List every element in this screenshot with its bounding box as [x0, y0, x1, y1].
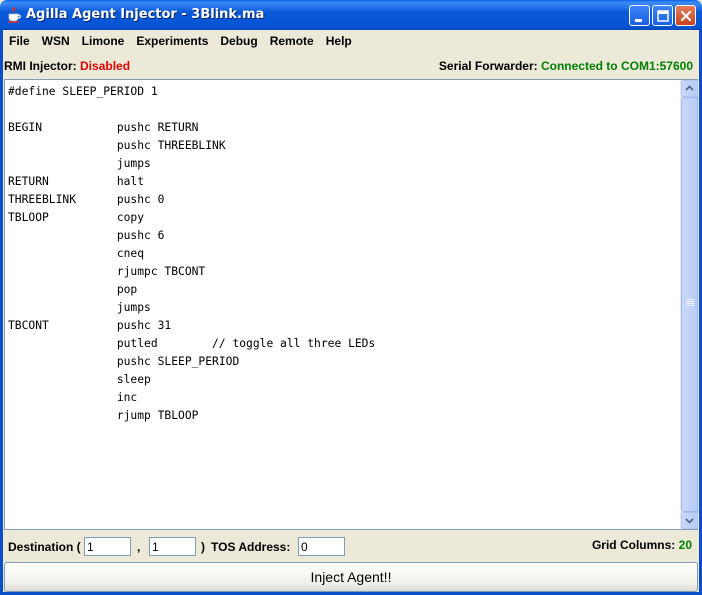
inject-agent-button[interactable]: Inject Agent!! — [4, 562, 698, 592]
rmi-injector-status: RMI Injector: Disabled — [4, 59, 130, 73]
comma-separator: , — [137, 540, 141, 554]
grid-columns-status: Grid Columns: 20 — [592, 538, 692, 552]
tos-address-input[interactable] — [298, 537, 345, 556]
menu-debug[interactable]: Debug — [214, 31, 263, 51]
minimize-icon — [635, 19, 642, 22]
serial-forwarder-label: Serial Forwarder: — [438, 59, 538, 73]
minimize-button[interactable] — [629, 5, 650, 26]
window-title: Agilla Agent Injector - 3Blink.ma — [26, 7, 265, 22]
destination-label: Destination ( — [8, 540, 81, 554]
destination-x-input[interactable] — [84, 537, 131, 556]
maximize-button[interactable] — [652, 5, 673, 26]
code-editor-panel: #define SLEEP_PERIOD 1 BEGIN pushc RETUR… — [4, 79, 698, 530]
menu-limone[interactable]: Limone — [76, 31, 131, 51]
agent-code-editor[interactable]: #define SLEEP_PERIOD 1 BEGIN pushc RETUR… — [5, 80, 681, 529]
status-row: RMI Injector: Disabled Serial Forwarder:… — [3, 53, 699, 79]
serial-forwarder-value: Connected to COM1:57600 — [540, 59, 693, 73]
close-paren: ) — [201, 540, 205, 554]
menu-file[interactable]: File — [3, 31, 36, 51]
menu-bar: File WSN Limone Experiments Debug Remote… — [3, 30, 699, 52]
tos-address-label: TOS Address: — [211, 540, 291, 554]
maximize-icon — [657, 10, 669, 22]
grid-columns-value: 20 — [678, 538, 692, 552]
title-bar: Agilla Agent Injector - 3Blink.ma — [0, 0, 702, 30]
scroll-up-button[interactable] — [681, 80, 698, 97]
scroll-down-button[interactable] — [681, 512, 698, 529]
destination-controls: Destination ( , ) TOS Address: Grid Colu… — [3, 530, 699, 561]
menu-experiments[interactable]: Experiments — [130, 31, 214, 51]
serial-forwarder-status: Serial Forwarder: Connected to COM1:5760… — [439, 59, 693, 73]
close-button[interactable] — [675, 5, 696, 26]
rmi-injector-value: Disabled — [80, 59, 131, 73]
window-frame-left — [0, 30, 3, 595]
menu-remote[interactable]: Remote — [264, 31, 320, 51]
java-cup-icon — [8, 6, 21, 23]
menu-help[interactable]: Help — [320, 31, 358, 51]
scroll-thumb[interactable] — [681, 97, 698, 512]
vertical-scrollbar[interactable] — [680, 80, 698, 529]
grip-icon — [686, 299, 694, 307]
rmi-injector-label: RMI Injector: — [4, 59, 77, 73]
destination-y-input[interactable] — [149, 537, 196, 556]
arrow-up-icon — [685, 85, 694, 91]
grid-columns-label: Grid Columns: — [591, 538, 676, 552]
arrow-down-icon — [685, 518, 694, 524]
close-icon — [680, 10, 692, 22]
menu-wsn[interactable]: WSN — [36, 31, 76, 51]
